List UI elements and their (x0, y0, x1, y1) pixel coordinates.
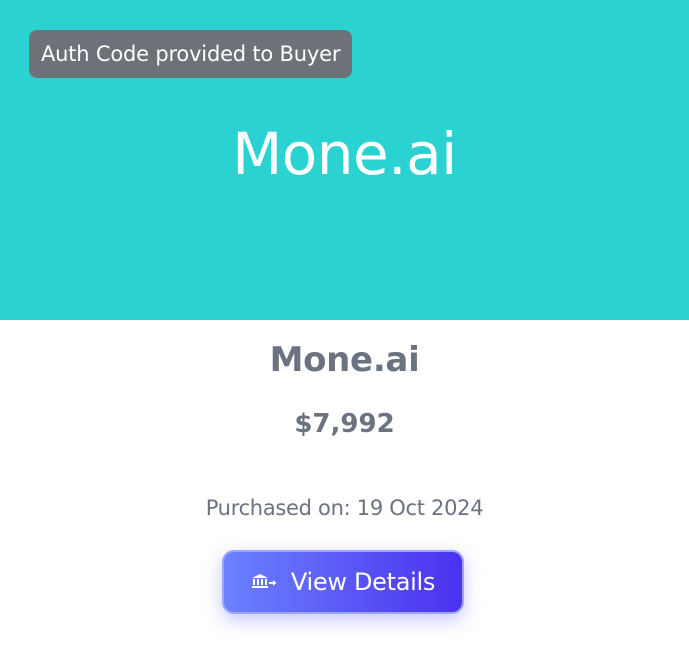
listing-name: Mone.ai (269, 340, 420, 380)
view-details-label: View Details (290, 568, 436, 596)
status-badge: Auth Code provided to Buyer (29, 30, 353, 78)
listing-card: Auth Code provided to Buyer Mone.ai Mone… (0, 0, 689, 649)
hero-banner: Auth Code provided to Buyer Mone.ai (0, 0, 689, 320)
view-details-button[interactable]: View Details (222, 550, 464, 614)
hero-title: Mone.ai (232, 120, 457, 188)
bank-transfer-icon (251, 572, 277, 592)
listing-price: $7,992 (294, 409, 395, 439)
purchase-date: Purchased on: 19 Oct 2024 (205, 496, 484, 520)
